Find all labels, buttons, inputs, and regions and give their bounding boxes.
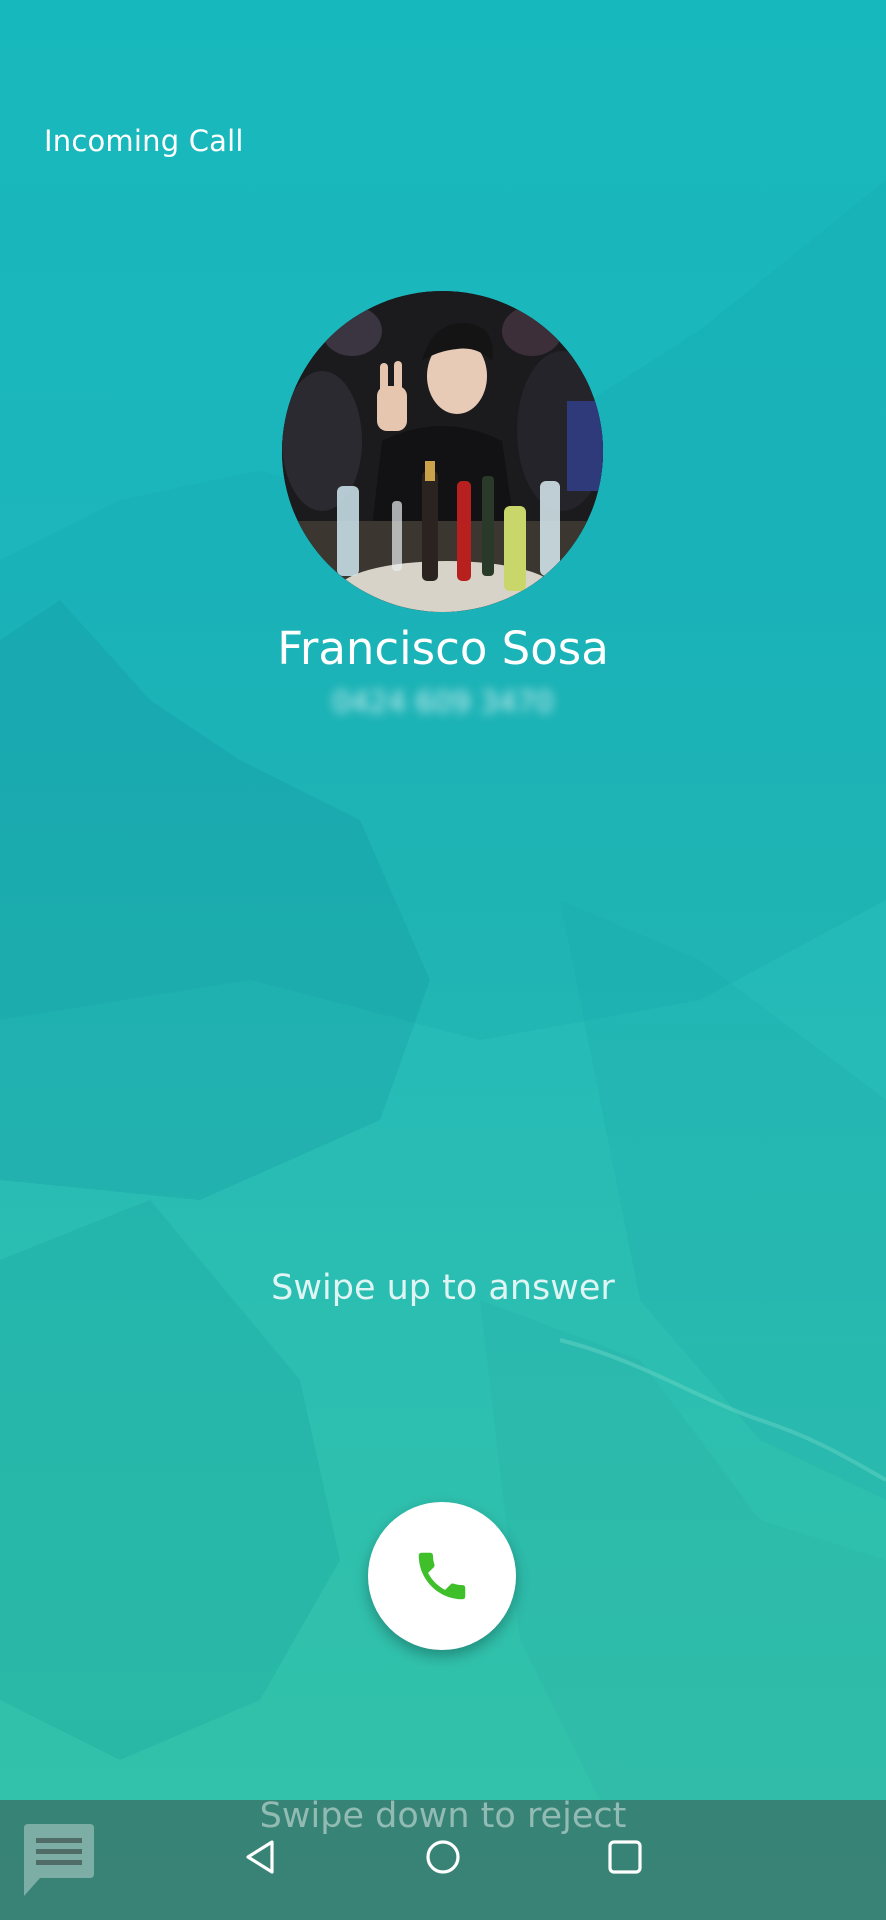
back-triangle-icon[interactable] bbox=[242, 1838, 280, 1876]
phone-icon bbox=[418, 1552, 466, 1600]
home-circle-icon[interactable] bbox=[424, 1838, 462, 1876]
swipe-reject-hint: Swipe down to reject bbox=[259, 1796, 627, 1836]
caller-name: Francisco Sosa bbox=[277, 622, 609, 675]
caller-number: 0424 609 3470 bbox=[332, 685, 554, 719]
caller-photo bbox=[282, 291, 603, 612]
recents-square-icon[interactable] bbox=[606, 1838, 644, 1876]
swipe-answer-hint: Swipe up to answer bbox=[271, 1268, 615, 1308]
message-icon[interactable] bbox=[20, 1822, 98, 1898]
caller-avatar bbox=[282, 291, 603, 612]
call-status-label: Incoming Call bbox=[44, 124, 244, 158]
incoming-call-screen: Incoming Call Francisco Sosa 0424 609 34… bbox=[0, 0, 886, 1920]
answer-call-button[interactable] bbox=[368, 1502, 516, 1650]
